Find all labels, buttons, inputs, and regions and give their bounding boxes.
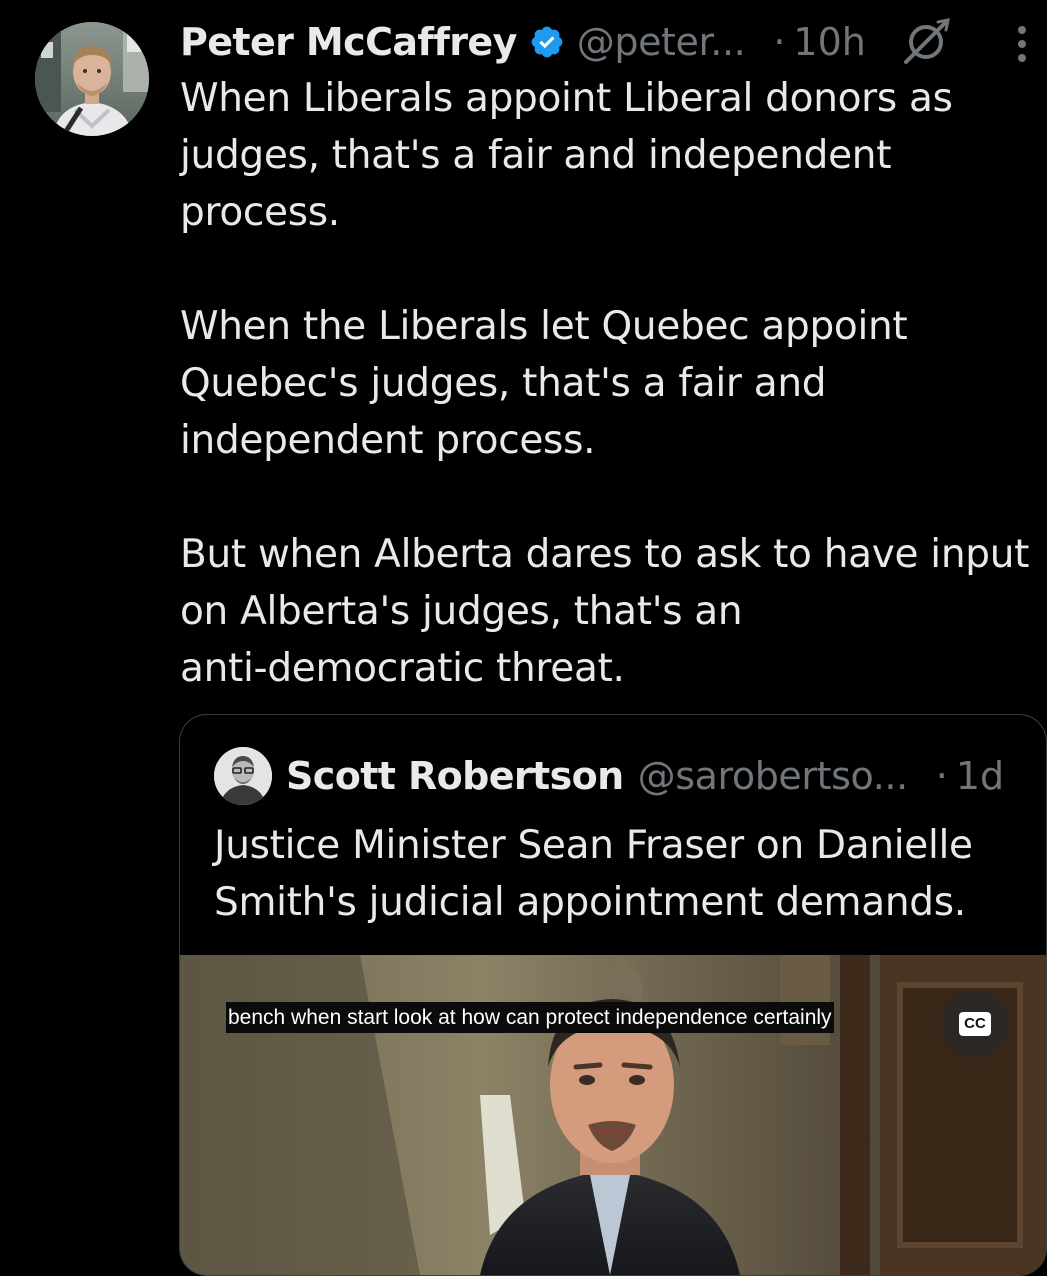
header-separator: · (773, 20, 786, 64)
quoted-tweet-header: Scott Robertson @sarobertso... · 1d (286, 745, 1004, 807)
author-avatar-image (35, 22, 149, 136)
closed-captions-button[interactable]: CC (942, 991, 1008, 1057)
grok-icon[interactable] (902, 16, 952, 66)
quoted-author-avatar[interactable] (214, 747, 272, 805)
quoted-author-name[interactable]: Scott Robertson (286, 754, 624, 798)
video-player[interactable]: bench when start look at how can protect… (180, 955, 1046, 1275)
tweet-paragraph: But when Alberta dares to ask to have in… (180, 532, 1030, 691)
tweet-timestamp[interactable]: 10h (793, 20, 865, 64)
tweet-paragraph: When Liberals appoint Liberal donors as … (180, 76, 953, 235)
author-name[interactable]: Peter McCaffrey (180, 20, 517, 64)
tweet-body: When Liberals appoint Liberal donors as … (180, 70, 1047, 697)
quoted-tweet-text: Justice Minister Sean Fraser on Danielle… (214, 823, 973, 925)
quoted-tweet-timestamp[interactable]: 1d (956, 754, 1004, 798)
quoted-author-handle[interactable]: @sarobertso... (638, 754, 909, 798)
tweet-paragraph: When the Liberals let Quebec appoint Que… (180, 304, 908, 463)
closed-captions-icon: CC (959, 1012, 991, 1036)
author-handle[interactable]: @peter... (577, 20, 746, 64)
quoted-tweet[interactable]: Scott Robertson @sarobertso... · 1d Just… (179, 714, 1047, 1276)
more-vertical-icon[interactable] (1010, 24, 1034, 64)
author-avatar[interactable] (35, 22, 149, 136)
quoted-author-avatar-image (214, 747, 272, 805)
verified-badge-icon (529, 24, 565, 60)
video-caption: bench when start look at how can protect… (226, 1002, 834, 1033)
quoted-header-separator: · (935, 754, 948, 798)
